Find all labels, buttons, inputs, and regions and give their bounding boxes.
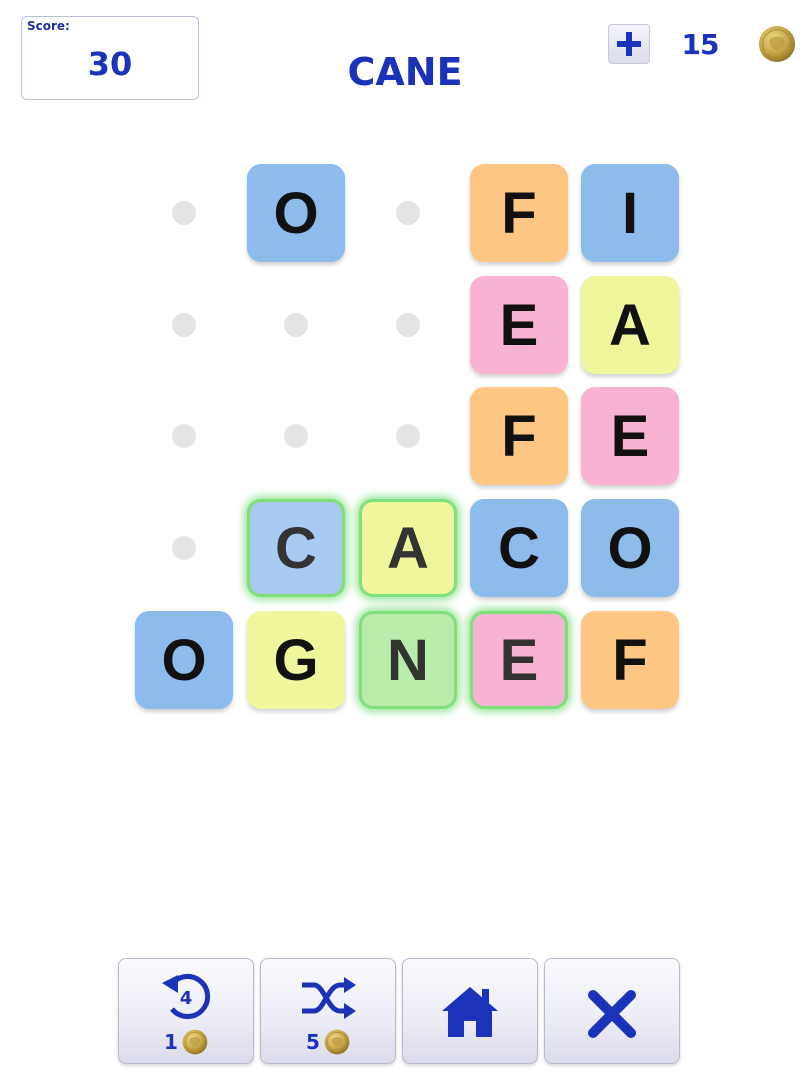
letter-tile[interactable]: E <box>581 387 679 485</box>
close-icon <box>588 990 636 1038</box>
empty-cell-dot <box>172 201 196 225</box>
letter-tile[interactable]: N <box>359 611 457 709</box>
buy-coins-button[interactable] <box>608 24 650 64</box>
coin-icon <box>324 1029 350 1055</box>
shuffle-icon <box>302 977 356 1019</box>
empty-cell-dot <box>172 313 196 337</box>
score-panel: Score: 30 <box>21 16 199 100</box>
current-word: CANE <box>347 50 463 94</box>
undo-cost-value: 1 <box>164 1030 178 1054</box>
letter-tile[interactable]: I <box>581 164 679 262</box>
coin-icon <box>182 1029 208 1055</box>
plus-icon <box>617 32 641 56</box>
letter-tile[interactable]: E <box>470 276 568 374</box>
undo-count-badge: 4 <box>180 988 193 1009</box>
letter-tile[interactable]: A <box>581 276 679 374</box>
undo-icon: 4 <box>162 974 211 1019</box>
score-label: Score: <box>27 19 70 33</box>
close-button[interactable] <box>544 958 680 1064</box>
letter-tile[interactable]: C <box>470 499 568 597</box>
letter-tile[interactable]: F <box>470 164 568 262</box>
letter-tile[interactable]: F <box>470 387 568 485</box>
letter-tile[interactable]: O <box>135 611 233 709</box>
coin-icon <box>758 25 796 63</box>
empty-cell-dot <box>396 201 420 225</box>
score-value: 30 <box>87 45 133 83</box>
shuffle-cost: 5 <box>261 1029 395 1055</box>
letter-tile[interactable]: E <box>470 611 568 709</box>
letter-tile[interactable]: C <box>247 499 345 597</box>
empty-cell-dot <box>396 424 420 448</box>
home-button[interactable] <box>402 958 538 1064</box>
undo-button[interactable]: 4 1 <box>118 958 254 1064</box>
empty-cell-dot <box>172 536 196 560</box>
empty-cell-dot <box>396 313 420 337</box>
letter-tile[interactable]: O <box>247 164 345 262</box>
empty-cell-dot <box>284 424 308 448</box>
empty-cell-dot <box>284 313 308 337</box>
letter-tile[interactable]: F <box>581 611 679 709</box>
letter-tile[interactable]: A <box>359 499 457 597</box>
home-icon <box>442 987 498 1037</box>
undo-cost: 1 <box>119 1029 253 1055</box>
shuffle-button[interactable]: 5 <box>260 958 396 1064</box>
coin-count: 15 <box>681 28 720 61</box>
letter-tile[interactable]: O <box>581 499 679 597</box>
letter-tile[interactable]: G <box>247 611 345 709</box>
empty-cell-dot <box>172 424 196 448</box>
shuffle-cost-value: 5 <box>306 1030 320 1054</box>
